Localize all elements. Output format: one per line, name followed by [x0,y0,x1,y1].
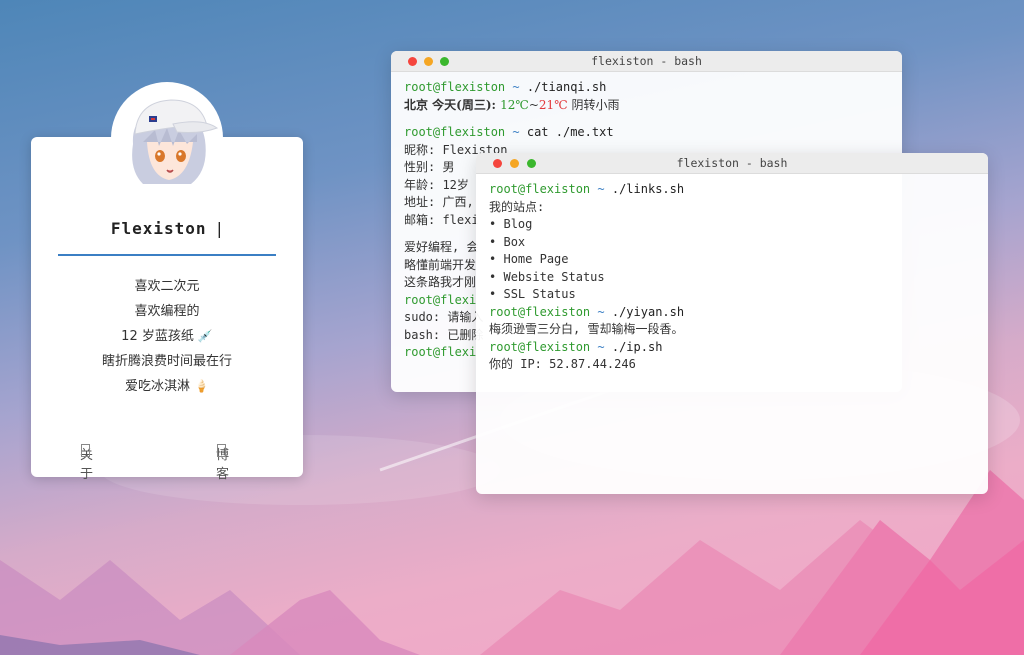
link-icon [81,444,90,457]
bio-line: 喜欢编程的 [134,304,200,319]
bio-line: 瞎折腾浪费时间最在行 [101,354,232,369]
typing-cursor: | [214,219,226,238]
ip-output: 你的 IP: 52.87.44.246 [489,357,636,371]
terminal-window-links[interactable]: flexiston - bash root@flexiston ~ ./link… [476,153,988,494]
terminal-title: flexiston - bash [676,156,788,170]
link-icon [217,444,226,457]
syringe-icon: 💉 [197,329,213,343]
avatar [113,84,221,192]
profile-name: Flexiston | [58,219,278,238]
yiyan-output: 梅须逊雪三分白, 雪却输梅一段香。 [489,322,684,336]
terminal-titlebar[interactable]: flexiston - bash [476,153,988,174]
bio-list: 喜欢二次元 喜欢编程的 12 岁蓝孩纸 💉 瞎折腾浪费时间最在行 爱吃冰淇淋 🍦 [31,274,303,399]
avatar-image [113,84,221,192]
terminal-title: flexiston - bash [591,54,702,68]
command-line: root@flexiston ~ cat ./me.txt [404,125,614,139]
bio-line: 爱吃冰淇淋 🍦 [125,379,209,394]
site-link-blog[interactable]: • Blog [489,216,975,234]
bio-line: 喜欢二次元 [134,279,200,294]
terminal-output: root@flexiston ~ ./links.sh 我的站点: • Blog… [476,174,988,374]
command-line: root@flexiston ~ ./links.sh [489,182,685,196]
terminal-titlebar[interactable]: flexiston - bash [391,51,902,72]
site-link-status[interactable]: • Website Status [489,269,975,287]
bio-line: 12 岁蓝孩纸 💉 [121,329,213,344]
command-line: root@flexiston ~ ./ip.sh [489,339,663,354]
name-divider [58,254,276,256]
ice-cream-icon: 🍦 [194,379,209,393]
weather-output: 北京 今天(周三): 12℃~21℃ 阴转小雨 [404,97,620,112]
output-line: 我的站点: [489,199,545,214]
command-line: root@flexiston ~ ./tianqi.sh [404,80,607,94]
site-link-ssl[interactable]: • SSL Status [489,286,975,304]
site-link-home[interactable]: • Home Page [489,251,975,269]
command-line: root@flexiston ~ ./yiyan.sh [489,304,685,319]
site-link-box[interactable]: • Box [489,234,975,252]
profile-name-text: Flexiston [110,219,207,238]
